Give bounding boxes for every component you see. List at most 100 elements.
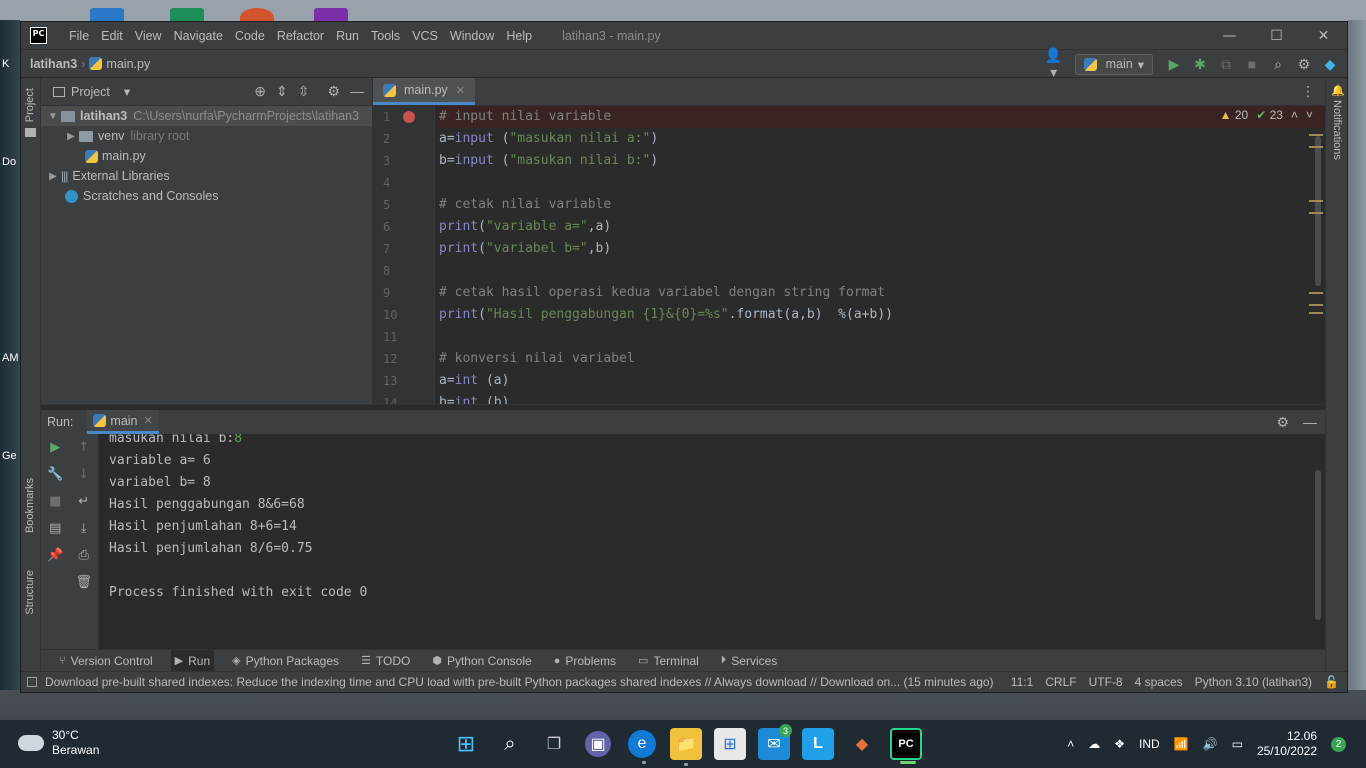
inspection-widget[interactable]: ▲ 20 ✔ 23 ˄ ˅ <box>1220 108 1313 122</box>
pycharm-taskbar-icon[interactable]: PC <box>890 728 922 764</box>
tab-run[interactable]: ▶ Run <box>170 649 215 672</box>
tab-problems[interactable]: ● Problems <box>550 650 620 672</box>
dropbox-icon[interactable]: ❖ <box>1114 737 1125 751</box>
chevron-up-icon[interactable]: ˄ <box>1291 108 1298 122</box>
edge-browser-icon[interactable]: e <box>628 730 656 764</box>
project-panel-title[interactable]: Project <box>71 85 110 99</box>
file-encoding[interactable]: UTF-8 <box>1089 675 1123 689</box>
tree-item-venv[interactable]: ▶ venv library root <box>41 126 372 146</box>
notifications-tool-tab[interactable]: Notifications <box>1331 100 1343 160</box>
hide-icon[interactable]: — <box>1303 414 1317 431</box>
breadcrumb-project[interactable]: latihan3 <box>30 57 77 71</box>
chevron-down-icon[interactable]: ▾ <box>124 84 130 99</box>
trash-icon[interactable]: 🗑 <box>75 573 92 592</box>
code-line[interactable]: a=int (a) <box>437 370 1325 392</box>
code-line[interactable] <box>437 260 1325 282</box>
chevron-down-icon[interactable]: ▼ <box>45 111 61 122</box>
stop-icon[interactable]: ■ <box>49 492 61 511</box>
lock-icon[interactable]: 🔓 <box>1324 675 1339 689</box>
menu-vcs[interactable]: VCS <box>406 29 444 43</box>
settings-gear-icon[interactable]: ⚙ <box>327 83 340 100</box>
console-scrollbar[interactable] <box>1315 470 1321 620</box>
settings-gear-icon[interactable]: ⚙ <box>1276 414 1289 431</box>
file-explorer-icon[interactable]: 📁 <box>670 728 702 766</box>
tab-services[interactable]: ⏵ Services <box>717 650 782 672</box>
menu-tools[interactable]: Tools <box>365 29 406 43</box>
volume-icon[interactable]: 🔊 <box>1203 737 1218 751</box>
menu-refactor[interactable]: Refactor <box>271 29 330 43</box>
tree-item-file[interactable]: main.py <box>41 146 372 166</box>
code-area[interactable]: 1 2 3 4 5 6 7 8 9 10 11 12 13 14 # input nilai variab… <box>373 106 1325 404</box>
menu-code[interactable]: Code <box>229 29 271 43</box>
line-number[interactable]: 6 <box>373 216 434 238</box>
soft-wrap-icon[interactable]: ↵ <box>78 492 89 511</box>
search-icon[interactable]: ⌕ <box>494 728 526 760</box>
run-tab-main[interactable]: main ✕ <box>87 410 159 434</box>
arrow-down-icon[interactable]: ↓ <box>78 465 89 484</box>
chat-icon[interactable]: ▣ <box>585 731 611 757</box>
onedrive-icon[interactable]: ☁ <box>1088 737 1100 751</box>
locate-icon[interactable]: ⊕ <box>254 83 266 100</box>
expand-all-icon[interactable]: ⇕ <box>276 83 288 100</box>
code-line[interactable]: # cetak hasil operasi kedua variabel den… <box>437 282 1325 304</box>
debug-icon[interactable]: ✱ <box>1189 56 1211 73</box>
maximize-button[interactable]: ☐ <box>1253 22 1300 49</box>
mail-icon[interactable]: ✉ 3 <box>758 724 792 760</box>
line-number[interactable]: 1 <box>373 106 434 128</box>
code-line[interactable]: b=input ("masukan nilai b:") <box>437 150 1325 172</box>
menu-navigate[interactable]: Navigate <box>168 29 229 43</box>
language-indicator[interactable]: IND <box>1139 737 1160 751</box>
code-lines[interactable]: # input nilai variable a=input ("masukan … <box>435 106 1325 404</box>
settings-gear-icon[interactable]: ⚙ <box>1293 56 1315 73</box>
pycharm-logo-icon[interactable]: PC <box>30 27 47 44</box>
caret-position[interactable]: 11:1 <box>1011 675 1033 689</box>
scroll-to-end-icon[interactable]: ⤓ <box>81 519 87 538</box>
line-number[interactable]: 4 <box>373 172 434 194</box>
stop-icon[interactable]: ■ <box>1241 56 1263 72</box>
code-line[interactable]: # cetak nilai variable <box>437 194 1325 216</box>
line-number[interactable]: 11 <box>373 326 434 348</box>
jetbrains-plugin-icon[interactable]: ◆ <box>1319 56 1341 73</box>
run-configuration-select[interactable]: main ▾ <box>1074 53 1153 75</box>
menu-file[interactable]: File <box>63 29 95 43</box>
breadcrumb-file[interactable]: main.py <box>106 57 150 71</box>
task-view-icon[interactable]: ❐ <box>538 728 570 760</box>
line-number[interactable]: 13 <box>373 370 434 392</box>
line-number[interactable]: 12 <box>373 348 434 370</box>
status-message[interactable]: Download pre-built shared indexes: Reduc… <box>27 675 994 689</box>
coverage-icon[interactable]: ⧉ <box>1215 56 1237 73</box>
code-line[interactable]: # input nilai variable <box>437 106 1325 128</box>
hide-icon[interactable]: — <box>350 83 364 100</box>
rerun-icon[interactable]: ▶ <box>50 438 60 457</box>
wifi-icon[interactable]: 📶 <box>1174 737 1189 751</box>
code-line[interactable]: # konversi nilai variabel <box>437 348 1325 370</box>
arrow-up-icon[interactable]: ↑ <box>78 438 89 457</box>
git-app-icon[interactable]: ◆ <box>846 728 878 760</box>
tab-todo[interactable]: ☰ TODO <box>357 650 414 672</box>
tab-python-packages[interactable]: ◈ Python Packages <box>228 650 343 672</box>
menu-view[interactable]: View <box>129 29 168 43</box>
menu-help[interactable]: Help <box>500 29 538 43</box>
menu-run[interactable]: Run <box>330 29 365 43</box>
chevron-right-icon[interactable]: ▶ <box>63 131 79 142</box>
l-app-icon[interactable]: L <box>802 728 834 760</box>
layout-icon[interactable]: ▤ <box>49 519 61 538</box>
line-number[interactable]: 14 <box>373 392 434 404</box>
notification-badge[interactable]: 2 <box>1331 736 1346 752</box>
line-separator[interactable]: CRLF <box>1045 675 1076 689</box>
chevron-down-icon[interactable]: ˅ <box>1306 108 1313 122</box>
line-number[interactable]: 2 <box>373 128 434 150</box>
editor-tab-main[interactable]: main.py ✕ <box>373 78 475 105</box>
console-output[interactable]: masukan nilai b:8 variable a= 6 variabel… <box>99 434 1325 649</box>
user-icon[interactable]: 👤▾ <box>1043 47 1065 81</box>
tree-item-root[interactable]: ▼ latihan3 C:\Users\nurfa\PycharmProject… <box>41 106 372 126</box>
wrench-icon[interactable]: 🔧 <box>47 465 63 484</box>
minimize-button[interactable]: — <box>1206 22 1253 49</box>
search-icon[interactable]: ⌕ <box>1267 56 1289 73</box>
print-icon[interactable]: ⎙ <box>79 546 89 565</box>
toggle-tool-windows-icon[interactable] <box>27 677 37 687</box>
clock[interactable]: 12.06 25/10/2022 <box>1257 729 1317 759</box>
bell-icon[interactable]: 🔔 <box>1331 84 1345 97</box>
tab-version-control[interactable]: ⑂ Version Control <box>55 650 157 672</box>
chevron-right-icon[interactable]: ▶ <box>45 171 61 182</box>
